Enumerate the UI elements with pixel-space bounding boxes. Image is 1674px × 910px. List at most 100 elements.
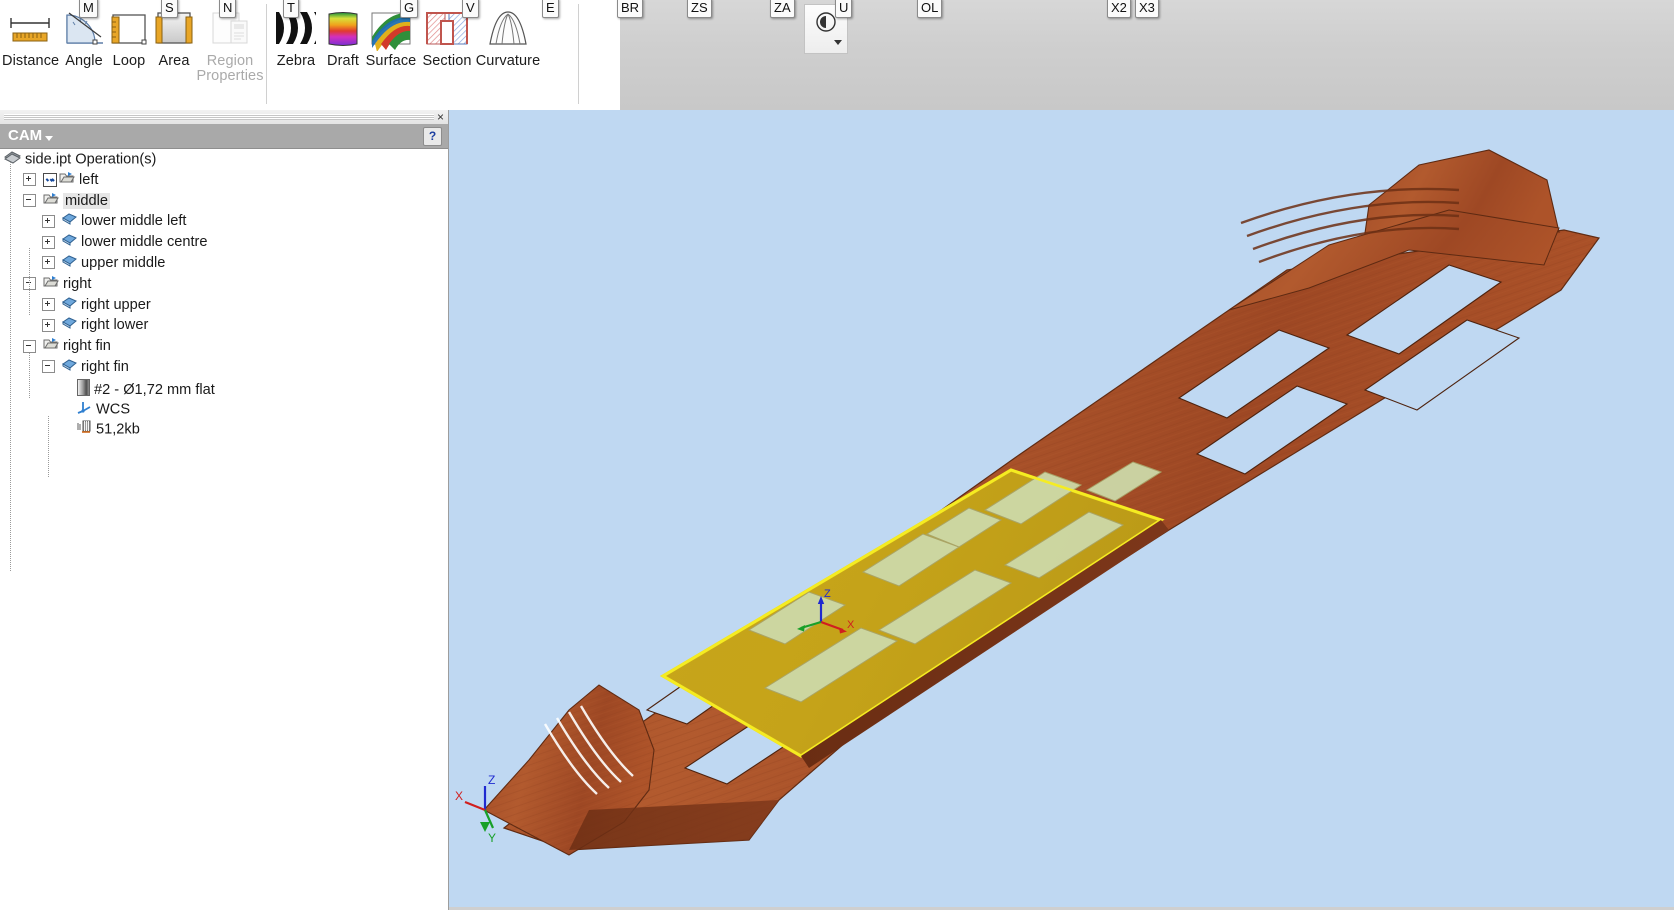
keytip-distance: M bbox=[79, 0, 98, 18]
tree-item-label: WCS bbox=[96, 401, 131, 418]
distance-label: Distance bbox=[2, 53, 60, 69]
svg-text:Z: Z bbox=[824, 588, 831, 600]
tree-row[interactable]: side.ipt Operation(s) bbox=[0, 148, 448, 169]
selected-face bbox=[659, 461, 1165, 758]
tree-row[interactable]: lower middle left bbox=[0, 210, 448, 231]
expand-icon[interactable] bbox=[42, 298, 55, 312]
checkbox[interactable] bbox=[43, 172, 57, 187]
help-button[interactable]: ? bbox=[423, 127, 442, 146]
keytip-x2: X2 bbox=[1107, 0, 1131, 18]
tree-row[interactable]: middle bbox=[0, 190, 448, 211]
wcs-icon bbox=[77, 400, 92, 419]
model-render: Z X Z X Y bbox=[455, 149, 1601, 856]
keytip-zebra: T bbox=[283, 0, 299, 18]
operation-icon bbox=[62, 316, 77, 334]
svg-text:X: X bbox=[847, 619, 855, 631]
keytip-x3: X3 bbox=[1135, 0, 1159, 18]
tree-row[interactable]: upper middle bbox=[0, 252, 448, 273]
tree-item-label: upper middle bbox=[81, 254, 166, 271]
ribbon-group-analysis: Zebra Draft Surface Section Curvature bbox=[268, 0, 848, 110]
tree-row[interactable]: left bbox=[0, 169, 448, 190]
expand-icon[interactable] bbox=[42, 235, 55, 249]
curvature-button[interactable]: Curvature bbox=[474, 4, 542, 90]
curvature-label: Curvature bbox=[475, 53, 541, 69]
keytip-surface: G bbox=[400, 0, 419, 18]
close-icon[interactable]: × bbox=[437, 110, 444, 124]
tree-row[interactable]: lower middle centre bbox=[0, 231, 448, 252]
svg-text:X: X bbox=[455, 789, 463, 803]
tree-item-label: right fin bbox=[81, 358, 129, 375]
operation-icon bbox=[62, 358, 77, 376]
tree-item-label: #2 - Ø1,72 mm flat bbox=[94, 381, 215, 398]
setup-icon bbox=[43, 192, 59, 210]
tree-guide bbox=[29, 248, 30, 316]
expand-icon[interactable] bbox=[42, 318, 55, 332]
expand-icon[interactable] bbox=[23, 173, 36, 187]
tree-item-label: right lower bbox=[81, 317, 149, 334]
tree-row[interactable]: right bbox=[0, 273, 448, 294]
keytip-zs: ZS bbox=[687, 0, 712, 18]
area-label: Area bbox=[158, 53, 190, 69]
3d-viewport[interactable]: Z X Z X Y bbox=[449, 110, 1674, 910]
tree-item-label: right fin bbox=[63, 338, 111, 355]
tree-row[interactable]: right upper bbox=[0, 294, 448, 315]
browser-drag-bar[interactable]: × bbox=[0, 110, 448, 125]
keytip-br: BR bbox=[617, 0, 644, 18]
keytip-u: U bbox=[835, 0, 853, 18]
document-icon bbox=[4, 150, 21, 169]
operation-icon bbox=[62, 254, 77, 272]
distance-button[interactable]: Distance bbox=[2, 4, 60, 90]
expand-icon[interactable] bbox=[42, 214, 55, 228]
keytip-dropdown: E bbox=[542, 0, 559, 18]
tree-item-label: side.ipt Operation(s) bbox=[25, 151, 157, 168]
svg-text:Z: Z bbox=[488, 773, 495, 787]
nc-program-icon bbox=[77, 420, 92, 439]
chevron-down-icon[interactable] bbox=[45, 136, 53, 141]
operation-icon bbox=[62, 212, 77, 230]
setup-icon bbox=[43, 337, 59, 355]
browser-grip bbox=[4, 114, 434, 120]
cam-operation-tree: side.ipt Operation(s) left middle lower mid… bbox=[0, 148, 448, 572]
collapse-icon[interactable] bbox=[23, 194, 36, 208]
tree-guide bbox=[10, 162, 11, 572]
section-label: Section bbox=[422, 53, 472, 69]
chevron-down-icon bbox=[834, 40, 842, 45]
expand-icon[interactable] bbox=[42, 256, 55, 270]
tree-row[interactable]: right lower bbox=[0, 314, 448, 335]
keytip-ol: OL bbox=[917, 0, 943, 18]
tree-item-label: right bbox=[63, 275, 92, 292]
tree-guide bbox=[29, 353, 30, 399]
tree-item-label: lower middle centre bbox=[81, 234, 208, 251]
keytip-loop: S bbox=[161, 0, 178, 18]
tree-row[interactable]: 51,2kb bbox=[0, 418, 448, 439]
ribbon-toolbar: Distance Angle Loop Area Region Properti… bbox=[0, 0, 1674, 112]
tree-guide bbox=[48, 416, 49, 478]
setup-icon bbox=[43, 275, 59, 293]
tree-item-label: 51,2kb bbox=[96, 421, 140, 438]
setup-icon bbox=[59, 171, 75, 189]
cam-browser-panel: × CAM ? side.ipt Operation(s) left middle l… bbox=[0, 110, 449, 910]
collapse-icon[interactable] bbox=[23, 339, 36, 353]
tree-item-label: left bbox=[79, 171, 99, 188]
keytip-region-properties: N bbox=[219, 0, 237, 18]
tree-item-label: right upper bbox=[81, 296, 151, 313]
svg-text:Y: Y bbox=[488, 831, 496, 845]
collapse-icon[interactable] bbox=[42, 360, 55, 374]
cam-panel-header: CAM ? bbox=[0, 124, 448, 149]
application-window: Distance Angle Loop Area Region Properti… bbox=[0, 0, 1674, 910]
surface-label: Surface bbox=[365, 53, 417, 69]
ribbon-divider-right bbox=[578, 4, 579, 104]
curvature-icon bbox=[474, 4, 542, 54]
region-properties-label: Region Properties bbox=[196, 53, 264, 84]
tree-item-label: lower middle left bbox=[81, 213, 187, 230]
operation-icon bbox=[62, 233, 77, 251]
tree-row[interactable]: right fin bbox=[0, 335, 448, 356]
cam-title: CAM bbox=[8, 127, 43, 144]
keytip-curvature: V bbox=[462, 0, 479, 18]
ribbon-divider bbox=[266, 4, 267, 104]
tree-row[interactable]: #2 - Ø1,72 mm flat bbox=[0, 377, 448, 398]
tree-item-label: middle bbox=[63, 192, 110, 209]
tree-row[interactable]: right fin bbox=[0, 356, 448, 377]
keytip-za: ZA bbox=[770, 0, 795, 18]
tree-row[interactable]: WCS bbox=[0, 398, 448, 419]
